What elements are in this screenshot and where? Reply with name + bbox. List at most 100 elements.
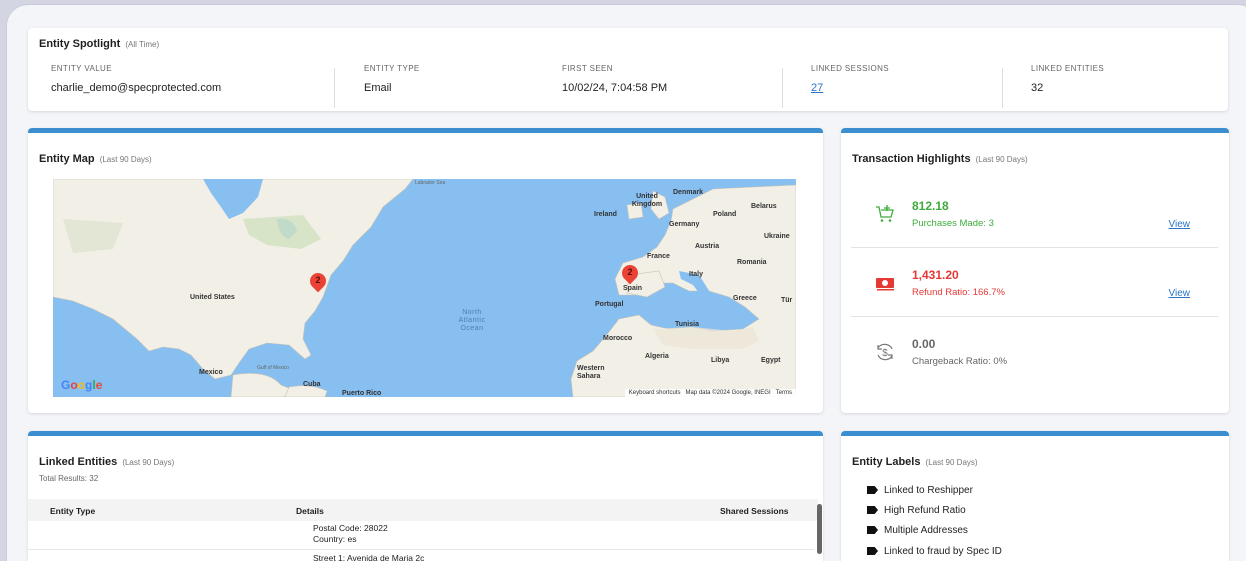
- keyboard-shortcuts-link[interactable]: Keyboard shortcuts: [629, 390, 681, 396]
- map-label: Greece: [733, 295, 757, 302]
- column-header-shared-sessions[interactable]: Shared Sessions: [720, 506, 789, 516]
- cart-icon: [876, 205, 894, 222]
- view-purchases-link[interactable]: View: [1169, 219, 1191, 230]
- tag-icon: [867, 486, 878, 494]
- map-pin-spain[interactable]: 2: [618, 261, 642, 285]
- transactions-subtitle: (Last 90 Days): [975, 155, 1028, 164]
- linked-entities-value: 32: [1031, 82, 1044, 94]
- detail-line: Postal Code: 28022: [313, 523, 388, 533]
- row-divider: [28, 549, 814, 550]
- column-header-details[interactable]: Details: [296, 506, 324, 516]
- svg-text:$: $: [882, 348, 888, 359]
- purchases-row: 812.18 Purchases Made: 3 View: [851, 180, 1218, 248]
- map-title: Entity Map (Last 90 Days): [39, 153, 152, 165]
- first-seen-label: FIRST SEEN: [562, 64, 613, 73]
- entity-value: charlie_demo@specprotected.com: [51, 82, 222, 94]
- detail-line: Street 1: Avenida de Maria 2c: [313, 553, 425, 561]
- transactions-title: Transaction Highlights (Last 90 Days): [852, 153, 1028, 165]
- map-label: Ireland: [594, 211, 617, 218]
- purchases-detail: Purchases Made: 3: [912, 218, 994, 229]
- map-label: Austria: [695, 243, 720, 250]
- entity-spotlight-card: Entity Spotlight (All Time) ENTITY VALUE…: [28, 28, 1228, 111]
- map-pin-us-east[interactable]: 2: [306, 269, 330, 293]
- chargeback-icon: $: [877, 343, 893, 361]
- spotlight-subtitle: (All Time): [125, 40, 160, 49]
- map-label: Western Sahara: [577, 365, 605, 380]
- tag-icon: [867, 526, 878, 534]
- terms-link[interactable]: Terms: [776, 390, 792, 396]
- detail-line: Country: es: [313, 534, 357, 544]
- linked-sessions-link[interactable]: 27: [811, 82, 889, 94]
- map-subtitle: (Last 90 Days): [99, 155, 152, 164]
- linked-title: Linked Entities (Last 90 Days): [39, 456, 174, 468]
- label-item: Linked to fraud by Spec ID: [867, 546, 1002, 557]
- table-row[interactable]: Street 1: Avenida de Maria 2c: [313, 553, 424, 561]
- map-label: United States: [190, 294, 235, 301]
- linked-entities-field: LINKED ENTITIES 32: [1031, 64, 1104, 104]
- map-label: Libya: [711, 357, 730, 364]
- view-refunds-link[interactable]: View: [1169, 288, 1191, 299]
- map-label: Denmark: [673, 189, 703, 196]
- linked-title-text: Linked Entities: [39, 456, 118, 468]
- linked-entities-card: Linked Entities (Last 90 Days) Total Res…: [28, 431, 823, 561]
- pin-count: 2: [315, 275, 321, 285]
- entity-value-label: ENTITY VALUE: [51, 64, 112, 73]
- map-label: Tür: [781, 297, 793, 304]
- map-label: Romania: [737, 259, 767, 266]
- refund-row: 1,431.20 Refund Ratio: 166.7% View: [851, 249, 1218, 317]
- tag-icon: [867, 506, 878, 514]
- map-label: Gulf of Mexico: [257, 365, 289, 371]
- refund-detail: Refund Ratio: 166.7%: [912, 287, 1005, 298]
- map-label: Labrador Sea: [415, 180, 446, 186]
- labels-title: Entity Labels (Last 90 Days): [852, 456, 978, 468]
- divider: [334, 68, 335, 108]
- linked-subtitle: (Last 90 Days): [122, 458, 175, 467]
- map-label: France: [647, 253, 670, 260]
- pin-count: 2: [627, 267, 633, 277]
- entity-type-value: Email: [364, 82, 392, 94]
- map-label: Tunisia: [675, 321, 699, 328]
- labels-title-text: Entity Labels: [852, 456, 921, 468]
- linked-entities-label: LINKED ENTITIES: [1031, 64, 1105, 73]
- map-label: Puerto Rico: [342, 390, 382, 397]
- map-label: Mexico: [199, 369, 223, 376]
- map-view[interactable]: Labrador Sea United States Mexico Cuba P…: [53, 179, 796, 397]
- map-label: Spain: [623, 285, 643, 292]
- first-seen-value: 10/02/24, 7:04:58 PM: [562, 82, 668, 94]
- map-label: Egypt: [761, 357, 781, 364]
- divider: [1002, 68, 1003, 108]
- table-header: Entity Type Details Shared Sessions: [28, 499, 818, 521]
- purchases-amount: 812.18: [912, 199, 949, 213]
- chargeback-row: $ 0.00 Chargeback Ratio: 0%: [851, 318, 1218, 386]
- map-label: Poland: [713, 211, 737, 218]
- map-attribution: Keyboard shortcuts Map data ©2024 Google…: [624, 389, 796, 397]
- map-label: Ukraine: [764, 233, 790, 240]
- total-results: Total Results: 32: [39, 474, 99, 483]
- table-row[interactable]: Postal Code: 28022 Country: es: [313, 523, 388, 545]
- entity-map-card: Entity Map (Last 90 Days) Labrador Sea U…: [28, 128, 823, 413]
- linked-sessions-field: LINKED SESSIONS 27: [811, 64, 889, 104]
- column-header-entity-type[interactable]: Entity Type: [50, 506, 95, 516]
- label-item: Linked to Reshipper: [867, 485, 973, 496]
- chargeback-detail: Chargeback Ratio: 0%: [912, 356, 1008, 367]
- refund-amount: 1,431.20: [912, 268, 959, 282]
- label-text: High Refund Ratio: [884, 505, 966, 516]
- map-land: [53, 179, 796, 397]
- table-scrollbar[interactable]: [817, 504, 822, 554]
- map-label: Algeria: [645, 353, 669, 360]
- transaction-highlights-card: Transaction Highlights (Last 90 Days) 81…: [841, 128, 1229, 413]
- spotlight-title: Entity Spotlight (All Time): [39, 38, 159, 50]
- entity-labels-card: Entity Labels (Last 90 Days) Linked to R…: [841, 431, 1229, 561]
- map-label: Germany: [669, 221, 700, 228]
- google-logo: Google: [61, 378, 103, 392]
- map-label: Portugal: [595, 301, 624, 308]
- entity-type-field: ENTITY TYPE Email: [364, 64, 420, 104]
- map-label: Belarus: [751, 203, 777, 210]
- label-item: High Refund Ratio: [867, 505, 966, 516]
- label-item: Multiple Addresses: [867, 525, 968, 536]
- ocean-label: North Atlantic Ocean: [458, 309, 486, 332]
- transactions-title-text: Transaction Highlights: [852, 153, 971, 165]
- map-data-credit: Map data ©2024 Google, INEGI: [685, 390, 771, 396]
- spotlight-title-text: Entity Spotlight: [39, 38, 121, 50]
- map-label: Italy: [689, 271, 704, 278]
